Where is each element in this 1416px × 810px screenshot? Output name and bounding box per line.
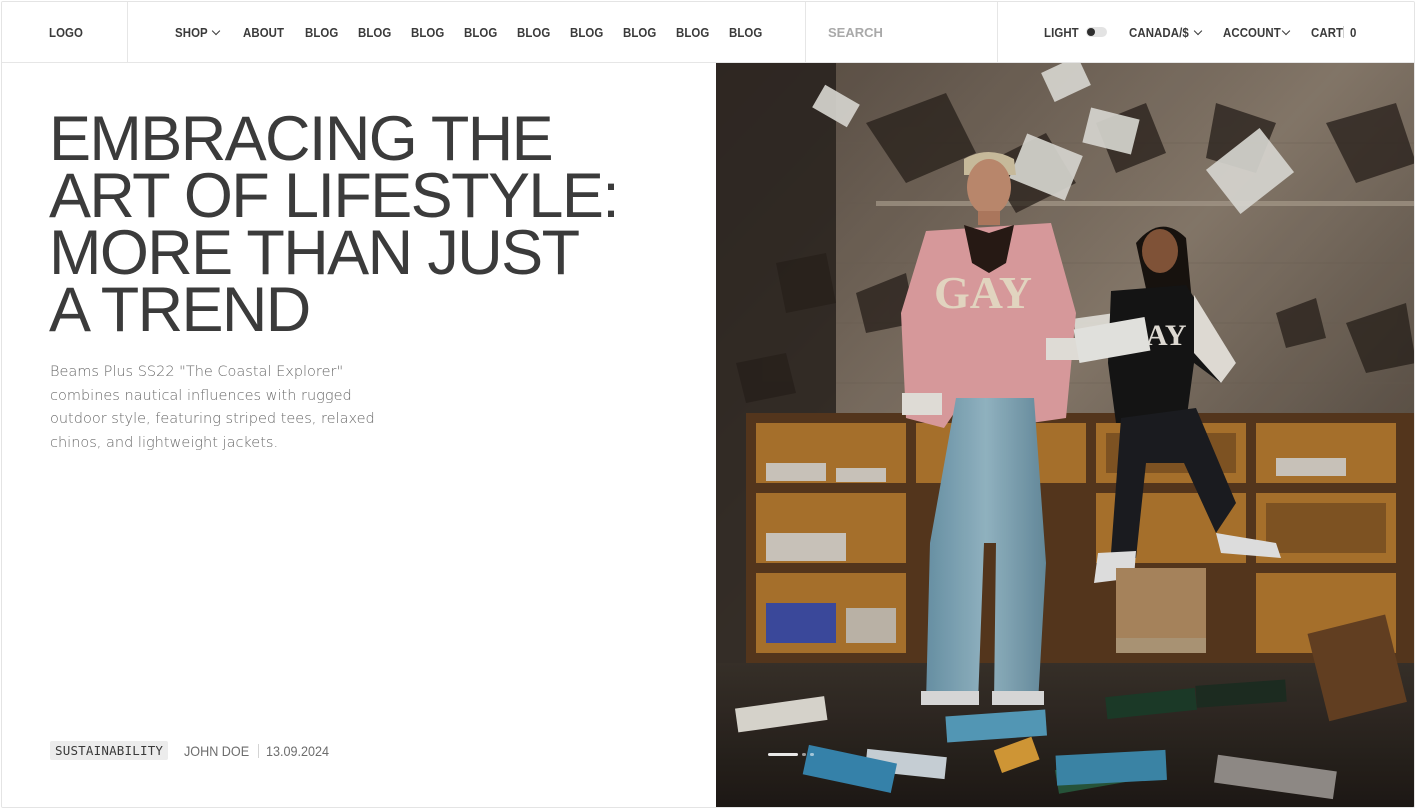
article-intro: EMBRACING THE ART OF LIFESTYLE: MORE THA… — [2, 63, 716, 807]
nav-item-label[interactable]: BLOG — [729, 25, 762, 40]
nav-item-label[interactable]: BLOG — [623, 25, 656, 40]
nav-item-label[interactable]: BLOG — [676, 25, 709, 40]
chevron-down-icon — [1193, 26, 1203, 35]
account-menu[interactable]: ACCOUNT — [1223, 24, 1291, 40]
cart-button[interactable]: CART 0 — [1311, 25, 1357, 40]
site-header: LOGO SHOP ABOUT BLOG BLOG BLOG BLOG BLOG… — [2, 2, 1414, 63]
slide-dot[interactable] — [810, 753, 814, 756]
nav-item-label[interactable]: SHOP — [175, 25, 210, 40]
theme-label: LIGHT — [1044, 24, 1079, 40]
header-tools: LIGHT CANADA/$ ACCOUNT CART 0 — [998, 2, 1379, 62]
logo-cell[interactable]: LOGO — [2, 2, 128, 62]
nav-item-blog[interactable]: BLOG — [676, 25, 709, 40]
nav-item-blog[interactable]: BLOG — [464, 25, 497, 40]
headline-line: ART OF LIFESTYLE: — [49, 161, 620, 231]
nav-item-blog[interactable]: BLOG — [305, 25, 338, 40]
headline-line: A TREND — [49, 275, 311, 345]
nav-item-label[interactable]: BLOG — [517, 25, 550, 40]
account-label: ACCOUNT — [1223, 24, 1281, 40]
nav-item-label[interactable]: ABOUT — [243, 25, 284, 40]
nav-item-label[interactable]: BLOG — [305, 25, 338, 40]
slide-dot[interactable] — [802, 753, 806, 756]
region-selector[interactable]: CANADA/$ — [1129, 24, 1203, 40]
nav-item-label[interactable]: BLOG — [358, 25, 391, 40]
nav-item-blog[interactable]: BLOG — [729, 25, 762, 40]
nav-item-label[interactable]: BLOG — [464, 25, 497, 40]
article-description: Beams Plus SS22 "The Coastal Explorer" c… — [50, 364, 375, 451]
nav-item-blog[interactable]: BLOG — [623, 25, 656, 40]
nav-item-shop[interactable]: SHOP — [175, 25, 221, 40]
publish-date: 13.09.2024 — [266, 742, 330, 759]
nav-item-about[interactable]: ABOUT — [243, 25, 284, 40]
hero-photo-illustration: AY GAY — [716, 63, 1414, 807]
cart-count: 0 — [1350, 24, 1357, 40]
main-nav: SHOP ABOUT BLOG BLOG BLOG BLOG BLOG BLOG… — [128, 2, 806, 62]
hero-image: AY GAY — [716, 63, 1414, 807]
site-logo[interactable]: LOGO — [49, 25, 83, 40]
chevron-down-icon — [1281, 26, 1291, 35]
chevron-down-icon — [211, 26, 221, 35]
article-headline: EMBRACING THE ART OF LIFESTYLE: MORE THA… — [49, 104, 669, 345]
search-input[interactable] — [828, 24, 978, 40]
author-name: JOHN DOE — [184, 742, 250, 759]
nav-item-blog[interactable]: BLOG — [517, 25, 550, 40]
cart-label: CART — [1311, 24, 1344, 40]
slide-indicators — [768, 753, 818, 756]
nav-item-blog[interactable]: BLOG — [411, 25, 444, 40]
nav-item-label[interactable]: BLOG — [411, 25, 444, 40]
nav-item-label[interactable]: BLOG — [570, 25, 603, 40]
nav-item-blog[interactable]: BLOG — [570, 25, 603, 40]
theme-toggle[interactable]: LIGHT — [1044, 25, 1107, 40]
meta-divider — [258, 743, 260, 758]
search-cell — [806, 2, 998, 62]
article-meta: SUSTAINABILITY JOHN DOE 13.09.2024 — [50, 741, 336, 760]
headline-line: MORE THAN JUST — [49, 218, 580, 288]
nav-item-blog[interactable]: BLOG — [358, 25, 391, 40]
headline-line: EMBRACING THE — [49, 104, 554, 174]
region-label: CANADA/$ — [1129, 24, 1189, 40]
cart-divider — [1343, 26, 1344, 38]
toggle-switch[interactable] — [1086, 27, 1107, 37]
slide-dot-active[interactable] — [768, 753, 798, 756]
page-frame: LOGO SHOP ABOUT BLOG BLOG BLOG BLOG BLOG… — [1, 1, 1415, 808]
category-tag[interactable]: SUSTAINABILITY — [50, 741, 169, 760]
